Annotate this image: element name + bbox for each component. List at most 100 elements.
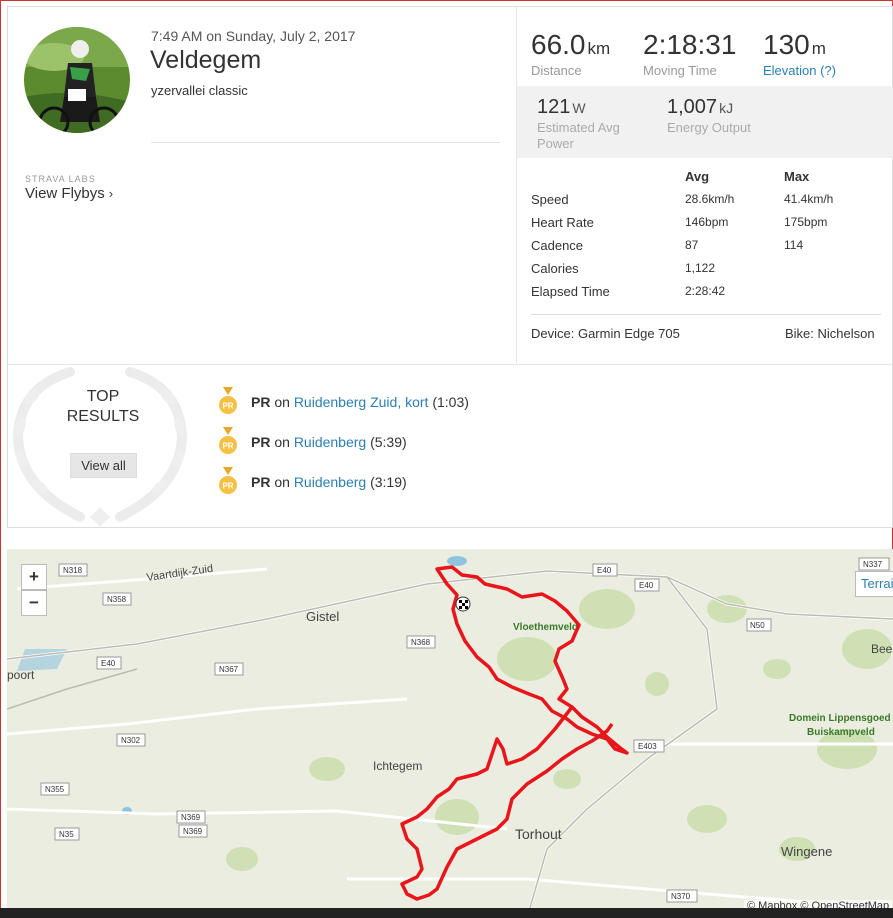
road-label: N358 bbox=[102, 592, 132, 606]
segment-time: (1:03) bbox=[432, 394, 469, 410]
top-results-label-1: TOP bbox=[86, 388, 120, 405]
road-label: N50 bbox=[746, 618, 772, 632]
svg-text:N337: N337 bbox=[863, 560, 883, 569]
top-results-label-2: RESULTS bbox=[66, 408, 140, 425]
activity-card: 7:49 AM on Sunday, July 2, 2017 Veldegem… bbox=[7, 6, 893, 528]
header-avg: Avg bbox=[685, 169, 710, 184]
power-unit: W bbox=[572, 100, 586, 116]
segment-link[interactable]: Ruidenberg Zuid, kort bbox=[294, 394, 429, 410]
row-avg: 2:28:42 bbox=[685, 284, 726, 298]
device-info: Device: Garmin Edge 705 bbox=[531, 326, 680, 341]
pr-medal-icon: PR bbox=[219, 467, 237, 494]
svg-text:N355: N355 bbox=[45, 785, 65, 794]
terrain-toggle[interactable]: Terrain bbox=[855, 571, 893, 597]
moving-time-value: 2:18:31 bbox=[643, 29, 737, 60]
route-map[interactable]: N318 N358 E40 N367 N368 N302 N355 N369 N… bbox=[7, 549, 893, 918]
road-label: N318 bbox=[58, 563, 88, 577]
zoom-in-button[interactable]: + bbox=[21, 564, 47, 590]
road-label: N370 bbox=[666, 889, 698, 903]
row-avg: 87 bbox=[685, 238, 699, 252]
svg-text:N35: N35 bbox=[59, 830, 74, 839]
svg-text:E40: E40 bbox=[639, 581, 654, 590]
road-label: E40 bbox=[96, 656, 122, 670]
row-label: Heart Rate bbox=[531, 215, 594, 230]
segment-time: (5:39) bbox=[370, 434, 407, 450]
divider bbox=[151, 142, 500, 143]
road-label: E403 bbox=[633, 739, 665, 753]
energy-label: Energy Output bbox=[667, 120, 751, 135]
power-band: 121 W Estimated Avg Power 1,007 kJ Energy … bbox=[517, 86, 893, 158]
divider bbox=[531, 314, 881, 315]
table-header: Avg Max bbox=[531, 169, 881, 192]
chevron-right-icon: › bbox=[108, 186, 114, 201]
table-row: Calories 1,122 bbox=[531, 261, 881, 284]
power-label-1: Estimated Avg bbox=[537, 120, 620, 135]
place-label: Bee bbox=[871, 642, 893, 656]
table-row: Speed 28.6km/h 41.4km/h bbox=[531, 192, 881, 215]
segment-link[interactable]: Ruidenberg bbox=[294, 474, 366, 490]
row-label: Cadence bbox=[531, 238, 584, 253]
elevation-value: 130 bbox=[763, 29, 810, 60]
road-label: N337 bbox=[858, 557, 890, 571]
map-canvas[interactable]: N318 N358 E40 N367 N368 N302 N355 N369 N… bbox=[7, 549, 893, 918]
svg-text:N50: N50 bbox=[750, 621, 765, 630]
road-label: N369 bbox=[176, 810, 206, 824]
athlete-avatar[interactable] bbox=[24, 27, 130, 133]
activity-title: Veldegem bbox=[150, 46, 262, 74]
elevation-help-link[interactable]: Elevation (?) bbox=[763, 63, 836, 78]
table-row: Heart Rate 146bpm 175bpm bbox=[531, 215, 881, 238]
svg-text:N367: N367 bbox=[219, 665, 239, 674]
road-label: N355 bbox=[40, 782, 70, 796]
moving-time-label: Moving Time bbox=[643, 63, 717, 78]
svg-text:N369: N369 bbox=[181, 813, 201, 822]
svg-text:PR: PR bbox=[222, 482, 233, 491]
header-max: Max bbox=[784, 169, 810, 184]
road-label: E40 bbox=[592, 563, 618, 577]
distance-stat: 66.0 km Distance bbox=[531, 29, 610, 78]
table-row: Elapsed Time 2:28:42 bbox=[531, 284, 881, 307]
table-row: Cadence 87 114 bbox=[531, 238, 881, 261]
svg-text:E40: E40 bbox=[101, 659, 116, 668]
road-label: N368 bbox=[406, 635, 436, 649]
row-label: Calories bbox=[531, 261, 579, 276]
segment-time: (3:19) bbox=[370, 474, 407, 490]
moving-time-stat: 2:18:31 Moving Time bbox=[643, 29, 736, 78]
power-label-2: Power bbox=[537, 136, 574, 151]
pr-label: PR bbox=[251, 434, 271, 450]
power-value: 121 bbox=[537, 96, 571, 118]
view-flybys-link[interactable]: View Flybys › bbox=[25, 185, 113, 202]
zoom-out-button[interactable]: − bbox=[21, 590, 47, 616]
activity-datetime: 7:49 AM on Sunday, July 2, 2017 bbox=[151, 28, 356, 44]
strava-labs-label: STRAVA LABS bbox=[25, 174, 96, 184]
on-label: on bbox=[274, 394, 290, 410]
place-label: Domein Lippensgoed bbox=[789, 713, 891, 724]
svg-text:N318: N318 bbox=[63, 566, 83, 575]
activity-description: yzervallei classic bbox=[151, 83, 248, 98]
distance-value: 66.0 bbox=[531, 29, 586, 60]
stats-table: Avg Max Speed 28.6km/h 41.4km/h Heart Rate… bbox=[531, 169, 881, 307]
distance-label: Distance bbox=[531, 63, 582, 78]
stats-panel: 66.0 km Distance 2:18:31 Moving Time 130 m… bbox=[516, 7, 893, 363]
energy-unit: kJ bbox=[719, 100, 734, 116]
svg-text:N370: N370 bbox=[671, 892, 691, 901]
svg-text:PR: PR bbox=[222, 442, 233, 451]
svg-text:E403: E403 bbox=[638, 742, 657, 751]
row-max: 114 bbox=[784, 238, 804, 252]
svg-text:N369: N369 bbox=[183, 827, 203, 836]
power-stat: 121 W Estimated Avg Power bbox=[537, 96, 620, 151]
bottom-edge bbox=[0, 908, 893, 918]
top-results-heading: TOP RESULTS bbox=[48, 387, 158, 427]
segment-link[interactable]: Ruidenberg bbox=[294, 434, 366, 450]
divider bbox=[8, 364, 893, 365]
place-label: Vloethemveld bbox=[513, 622, 578, 633]
distance-unit: km bbox=[587, 39, 611, 58]
svg-text:E40: E40 bbox=[597, 566, 612, 575]
row-max: 41.4km/h bbox=[784, 192, 834, 206]
elevation-stat: 130 m Elevation (?) bbox=[763, 29, 836, 78]
svg-text:N302: N302 bbox=[121, 736, 141, 745]
on-label: on bbox=[274, 434, 290, 450]
row-label: Elapsed Time bbox=[531, 284, 610, 299]
energy-value: 1,007 bbox=[667, 96, 718, 118]
view-all-button[interactable]: View all bbox=[70, 453, 137, 478]
place-label: Buiskampveld bbox=[807, 727, 875, 738]
